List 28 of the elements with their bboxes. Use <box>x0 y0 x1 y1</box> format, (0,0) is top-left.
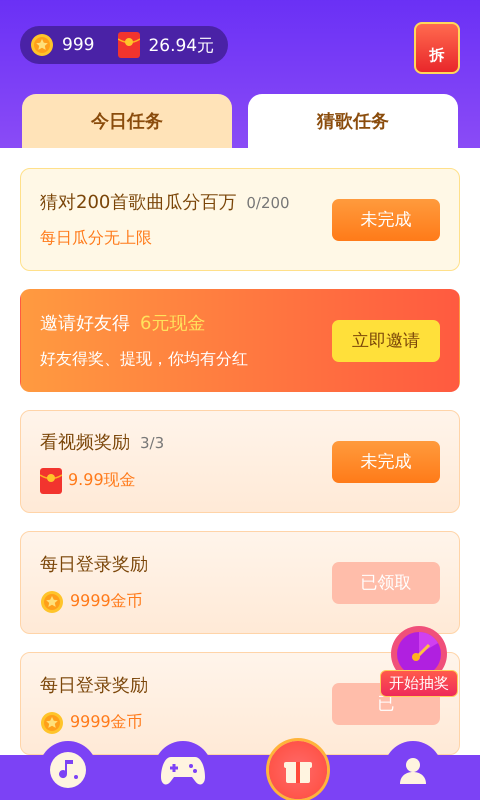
music-note-icon <box>48 750 88 790</box>
envelope-icon <box>118 32 140 58</box>
invite-subtitle: 好友得奖、提现，你均有分红 <box>40 349 248 370</box>
tab[interactable]: 今日任务 <box>22 94 232 148</box>
nav-item[interactable] <box>268 741 326 799</box>
envelope-icon <box>40 468 62 494</box>
task-reward: 9.99现金 <box>68 470 136 491</box>
cash-balance: 26.94元 <box>148 34 214 56</box>
task-title: 每日登录奖励 <box>40 552 148 576</box>
tab[interactable]: 猜歌任务 <box>248 94 458 148</box>
task-title: 猜对200首歌曲瓜分百万 <box>40 191 236 214</box>
coin-count: 999 <box>62 35 94 55</box>
task-reward: 9999金币 <box>70 712 143 733</box>
task-title: 每日登录奖励 <box>40 674 148 696</box>
task-status-button[interactable]: 未完成 <box>332 440 440 482</box>
task-reward: 每日瓜分无上限 <box>40 228 152 249</box>
invite-button[interactable]: 立即邀请 <box>332 320 440 362</box>
reward-highlight: 6元现金 <box>140 312 206 335</box>
start-lottery-tooltip[interactable]: 开始抽奖 <box>380 670 458 697</box>
task-title: 邀请好友得 <box>40 312 130 335</box>
person-icon <box>398 755 428 785</box>
coin-icon <box>30 33 54 57</box>
task-reward: 9999金币 <box>70 591 143 612</box>
task-title: 看视频奖励 <box>40 430 130 454</box>
lucky-envelope-button[interactable]: 拆 <box>414 22 460 74</box>
coin-icon <box>40 590 64 614</box>
coin-icon <box>40 710 64 734</box>
task-status-button[interactable]: 未完成 <box>332 198 440 240</box>
